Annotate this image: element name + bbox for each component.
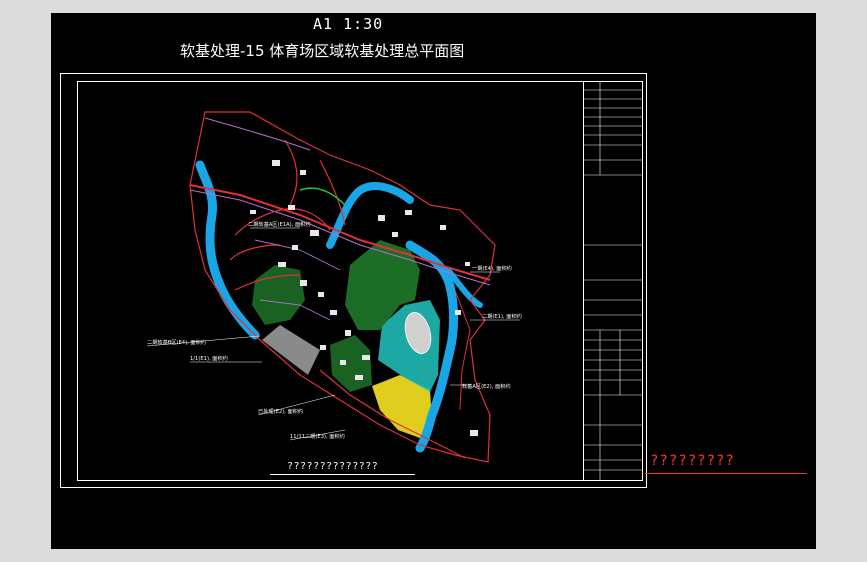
zone-green-west[interactable]	[252, 265, 305, 325]
red-annotation-note: ?????????	[650, 453, 735, 469]
red-annotation-leader	[645, 473, 807, 474]
zone-label-3: 1/1(E1), 面积约	[190, 354, 228, 362]
zone-label-4: 已处理(E2), 面积约	[258, 407, 303, 415]
zone-label-5: 11/11二期(E3), 面积约	[290, 432, 345, 440]
site-plan-drawing[interactable]: 二期软基A区(E1A), 面积约 二期软基B区(E4), 面积约 1/1(E1)…	[0, 0, 867, 562]
zone-label-2: 二期软基B区(E4), 面积约	[147, 338, 206, 346]
zone-label-8: 软基A区(E2), 面积约	[462, 382, 511, 390]
zone-label-7: 二期(E1), 面积约	[482, 312, 522, 320]
plan-caption: ??????????????	[287, 461, 379, 472]
caption-underline	[270, 474, 415, 475]
title-block-grid	[583, 81, 643, 481]
zone-label-1: 二期软基A区(E1A), 面积约	[248, 220, 311, 228]
zone-label-6: 一期(E4), 面积约	[472, 264, 512, 272]
road-purple-north	[204, 117, 311, 151]
